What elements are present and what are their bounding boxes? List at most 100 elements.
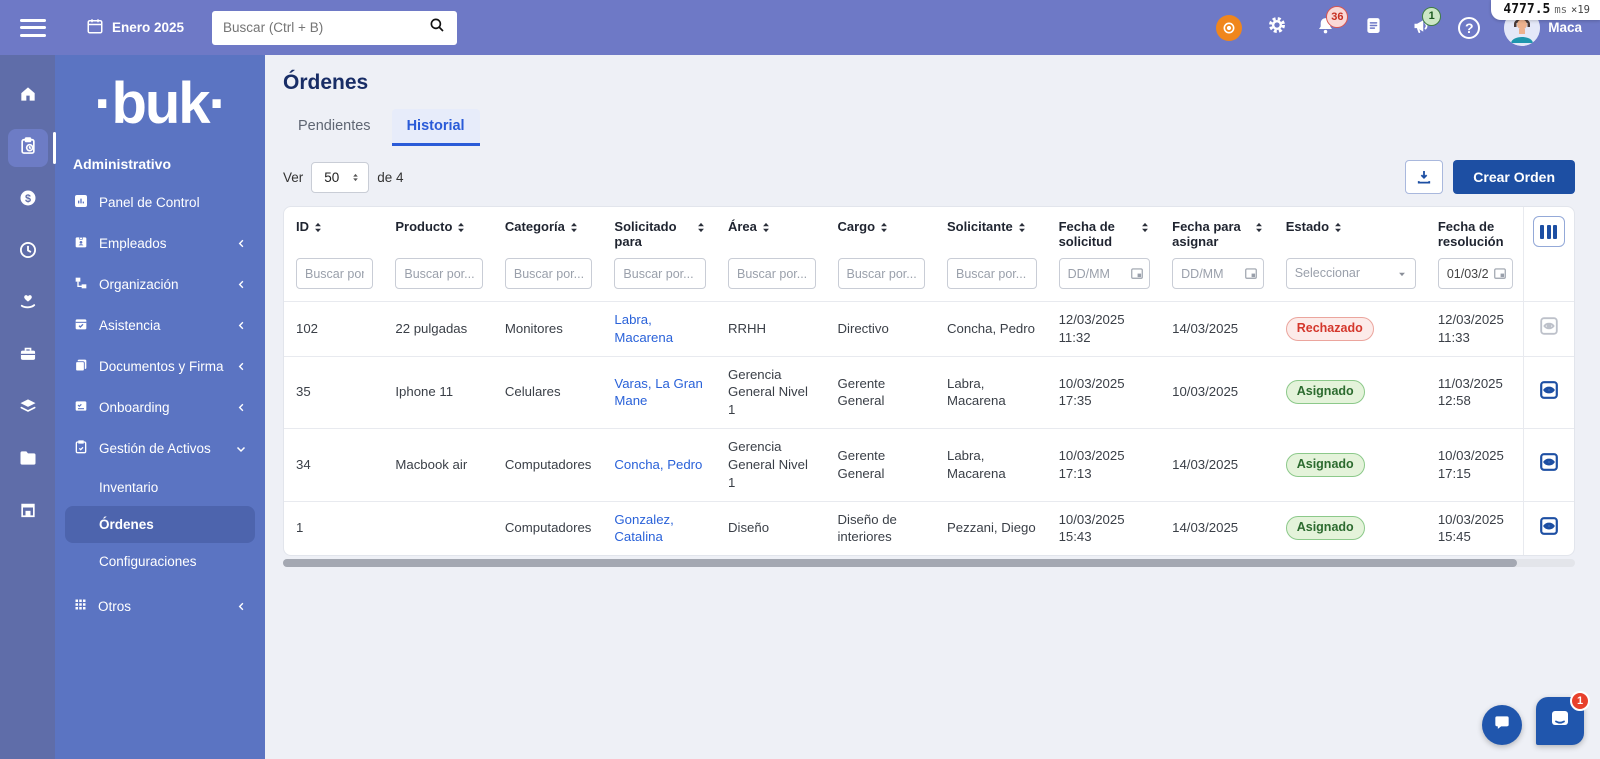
- view-order-button[interactable]: [1538, 379, 1560, 401]
- sidebar-item-label: Organización: [99, 277, 225, 292]
- search-icon[interactable]: [428, 16, 446, 39]
- cell-categoria: Computadores: [493, 429, 603, 501]
- sidebar-item-documentos-y-firma[interactable]: Documentos y Firma: [65, 346, 255, 387]
- sidebar-subitem-inventario[interactable]: Inventario: [65, 469, 255, 506]
- rail-asset-management-button[interactable]: [8, 129, 48, 167]
- sidebar-subitem-configuraciones[interactable]: Configuraciones: [65, 543, 255, 580]
- filter-estado-select[interactable]: Seleccionar: [1286, 258, 1416, 289]
- cell-cargo: Gerente General: [826, 356, 936, 428]
- col-header-producto[interactable]: Producto: [395, 219, 466, 234]
- sidebar-item-label: Empleados: [99, 236, 225, 251]
- tabs: Pendientes Historial: [283, 109, 1575, 146]
- rail-marketplace-button[interactable]: [8, 493, 48, 531]
- chevron-down-icon: [235, 443, 247, 455]
- employee-link[interactable]: Gonzalez, Catalina: [614, 512, 673, 545]
- view-order-button[interactable]: [1538, 515, 1560, 537]
- filter-area-input[interactable]: [728, 258, 816, 289]
- rail-time-button[interactable]: [8, 233, 48, 271]
- sidebar-item-empleados[interactable]: Empleados: [65, 223, 255, 264]
- rail-benefits-button[interactable]: [8, 337, 48, 375]
- filter-categoria-input[interactable]: [505, 258, 593, 289]
- sidebar-item-asistencia[interactable]: Asistencia: [65, 305, 255, 346]
- sidebar-subitem-ordenes[interactable]: Órdenes: [65, 506, 255, 543]
- app-root: Enero 2025 36: [0, 0, 1600, 759]
- messenger-button[interactable]: 1: [1536, 697, 1584, 745]
- cell-fecha-solicitud: 10/03/2025 15:43: [1047, 501, 1161, 555]
- col-header-id[interactable]: ID: [296, 219, 323, 234]
- settings-button[interactable]: [1264, 15, 1290, 41]
- cell-fecha-resolucion: 10/03/2025 17:15: [1426, 429, 1523, 501]
- rail-home-button[interactable]: [8, 77, 48, 115]
- page-size-select[interactable]: 50: [311, 162, 369, 193]
- sidebar-item-otros[interactable]: Otros: [65, 586, 255, 626]
- col-header-categoria[interactable]: Categoría: [505, 219, 579, 234]
- col-header-solicitado-para[interactable]: Solicitado para: [614, 219, 706, 249]
- col-header-fecha-solicitud[interactable]: Fecha de solicitud: [1059, 219, 1151, 249]
- rail-remunerations-button[interactable]: $: [8, 181, 48, 219]
- view-order-button[interactable]: [1538, 451, 1560, 473]
- hand-heart-icon: [18, 292, 38, 317]
- sort-icon: [1017, 221, 1027, 234]
- rail-training-button[interactable]: [8, 389, 48, 427]
- sidebar-item-label: Documentos y Firma: [99, 359, 225, 374]
- sort-icon: [1140, 221, 1150, 234]
- rail-talent-button[interactable]: [8, 285, 48, 323]
- col-header-fecha-asignar[interactable]: Fecha para asignar: [1172, 219, 1264, 249]
- col-header-area[interactable]: Área: [728, 219, 771, 234]
- sidebar-item-panel-de-control[interactable]: Panel de Control: [65, 182, 255, 223]
- chevron-left-icon: [235, 361, 247, 372]
- create-order-button[interactable]: Crear Orden: [1453, 160, 1575, 194]
- recording-button[interactable]: [1216, 15, 1242, 41]
- filter-cargo-input[interactable]: [838, 258, 926, 289]
- col-header-estado[interactable]: Estado: [1286, 219, 1343, 234]
- sidebar-item-onboarding[interactable]: Onboarding: [65, 387, 255, 428]
- cell-fecha-asignar: 10/03/2025: [1160, 356, 1274, 428]
- org-chart-icon: [73, 275, 89, 294]
- tab-historial[interactable]: Historial: [392, 109, 480, 146]
- search-input[interactable]: [223, 20, 428, 35]
- help-button[interactable]: ?: [1456, 15, 1482, 41]
- eye-icon: [1538, 451, 1560, 473]
- employee-link[interactable]: Labra, Macarena: [614, 312, 673, 345]
- notifications-button[interactable]: 36: [1312, 15, 1338, 41]
- filter-solicitado-para-input[interactable]: [614, 258, 706, 289]
- employee-link[interactable]: Concha, Pedro: [614, 457, 702, 472]
- employee-badge-icon: [73, 234, 89, 253]
- col-header-solicitante[interactable]: Solicitante: [947, 219, 1027, 234]
- filter-producto-input[interactable]: [395, 258, 483, 289]
- cell-fecha-solicitud: 10/03/2025 17:13: [1047, 429, 1161, 501]
- sort-icon: [456, 221, 466, 234]
- sidebar-item-organizacion[interactable]: Organización: [65, 264, 255, 305]
- filter-id-input[interactable]: [296, 258, 373, 289]
- sort-icon: [761, 221, 771, 234]
- filter-solicitante-input[interactable]: [947, 258, 1037, 289]
- download-button[interactable]: [1405, 160, 1443, 194]
- module-rail: $: [0, 55, 55, 759]
- table-controls: Ver 50 de 4 Crear Orden: [283, 160, 1575, 194]
- messenger-icon: [1548, 707, 1572, 736]
- cell-cargo: Directivo: [826, 302, 936, 357]
- employee-link[interactable]: Varas, La Gran Mane: [614, 376, 702, 409]
- rail-files-button[interactable]: [8, 441, 48, 479]
- eye-icon: [1538, 379, 1560, 401]
- table-row: 35 Iphone 11 Celulares Varas, La Gran Ma…: [284, 356, 1574, 428]
- sidebar-item-label: Gestión de Activos: [99, 441, 225, 456]
- eye-icon: [1538, 515, 1560, 537]
- cell-categoria: Computadores: [493, 501, 603, 555]
- period-selector[interactable]: Enero 2025: [86, 17, 184, 38]
- page-title: Órdenes: [283, 71, 1575, 95]
- tab-pendientes[interactable]: Pendientes: [283, 109, 386, 146]
- feedback-chat-button[interactable]: [1482, 705, 1522, 745]
- chevron-left-icon: [235, 238, 247, 249]
- column-settings-button[interactable]: [1533, 216, 1565, 247]
- submenu-item-label: Órdenes: [99, 517, 154, 532]
- menu-toggle-button[interactable]: [20, 19, 46, 37]
- scrollbar-thumb[interactable]: [283, 559, 1517, 567]
- announcements-button[interactable]: 1: [1408, 15, 1434, 41]
- sidebar-item-gestion-de-activos[interactable]: Gestión de Activos: [65, 428, 255, 469]
- col-header-cargo[interactable]: Cargo: [838, 219, 890, 234]
- notes-button[interactable]: [1360, 15, 1386, 41]
- sort-icon: [313, 221, 323, 234]
- chat-bubble-icon: [1492, 713, 1512, 738]
- cell-fecha-asignar: 14/03/2025: [1160, 302, 1274, 357]
